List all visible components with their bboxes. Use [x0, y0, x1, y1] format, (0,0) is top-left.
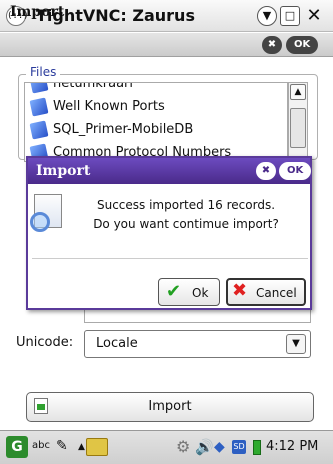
checkmark-icon: ✔ — [166, 281, 182, 302]
file-icon — [29, 120, 49, 140]
dialog-message-line2: Do you want contimue import? — [93, 217, 279, 231]
files-group-label: Files — [26, 64, 61, 80]
file-icon — [29, 83, 49, 94]
dialog-close-button[interactable]: ✖ — [256, 162, 276, 180]
unicode-selected-value: Locale — [96, 336, 138, 351]
dialog-message-line1: Success imported 16 records. — [96, 198, 276, 212]
sd-card-icon[interactable]: SD — [232, 440, 246, 454]
close-icon[interactable]: ✕ — [304, 6, 324, 26]
list-item[interactable]: netumkraari — [25, 82, 287, 95]
folder-icon[interactable] — [86, 438, 108, 456]
speaker-icon[interactable]: 🔊 — [195, 437, 214, 457]
cancel-x-icon: ✖ — [232, 280, 248, 301]
dialog-ok-header-button[interactable]: OK — [279, 162, 312, 180]
header-close-button[interactable]: ✖ — [262, 36, 282, 54]
arrow-up-icon[interactable]: ▲ — [78, 440, 85, 454]
list-item[interactable]: Well Known Ports — [25, 96, 287, 118]
dialog-divider — [32, 258, 308, 259]
chevron-down-icon[interactable]: ▼ — [286, 334, 306, 354]
battery-icon[interactable] — [253, 440, 261, 455]
input-mode-indicator[interactable]: abc — [32, 438, 50, 454]
clock[interactable]: 4:12 PM — [266, 438, 318, 456]
unicode-label: Unicode: — [16, 335, 74, 350]
header-ok-button[interactable]: OK — [286, 36, 319, 54]
import-header — [0, 33, 333, 57]
scrollbar-thumb[interactable] — [290, 108, 306, 148]
list-item-label: netumkraari — [53, 82, 133, 91]
page-title: Import — [10, 4, 65, 20]
app-launcher-icon[interactable]: G — [6, 436, 28, 458]
window-menu-chevron-icon[interactable]: ▼ — [257, 6, 277, 26]
pen-icon[interactable]: ✎ — [56, 436, 68, 456]
gear-icon[interactable]: ⚙ — [176, 437, 190, 457]
network-icon[interactable]: ◆ — [214, 437, 225, 457]
list-item-label: SQL_Primer-MobileDB — [53, 122, 194, 137]
ok-button-label: Ok — [192, 286, 209, 300]
import-button-label: Import — [148, 399, 192, 414]
cancel-button-label: Cancel — [256, 286, 297, 300]
dialog-message: Success imported 16 records. Do you want… — [66, 196, 306, 234]
scroll-up-arrow-icon[interactable]: ▲ — [290, 84, 306, 100]
dialog-title: Import — [36, 163, 91, 179]
list-item-label: Well Known Ports — [53, 99, 165, 114]
magnifier-icon — [30, 212, 50, 232]
list-item[interactable]: SQL_Primer-MobileDB — [25, 119, 287, 141]
maximize-icon[interactable]: □ — [280, 6, 300, 26]
file-icon — [29, 97, 49, 117]
file-list[interactable]: netumkraari Well Known Ports SQL_Primer-… — [24, 82, 288, 162]
